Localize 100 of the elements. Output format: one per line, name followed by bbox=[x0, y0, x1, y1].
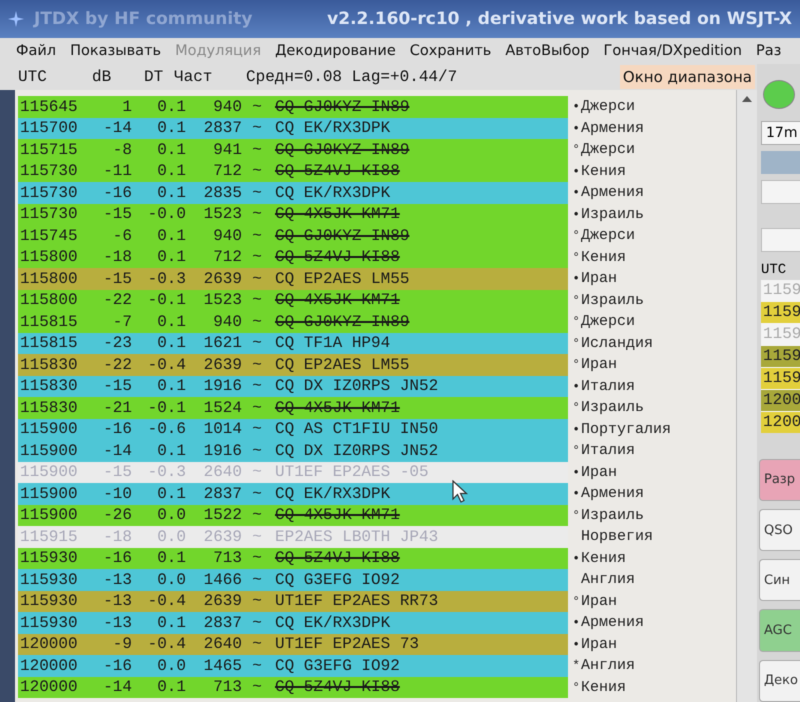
dt-cell-text: -0.4 bbox=[146, 635, 186, 654]
decode-row[interactable]: 115715 -8 0.1 941 ~ CQ GJ0KYZ IN89 bbox=[18, 139, 568, 160]
decode-row[interactable]: 115930 -13 0.1 2837 ~ CQ EK/RX3DPK bbox=[18, 612, 568, 634]
menu-item[interactable]: Раз bbox=[756, 43, 782, 59]
utc-cell-text: 115900 bbox=[20, 442, 79, 460]
decode-row[interactable]: 115730 -15 -0.0 1523 ~ CQ 4X5JK KM71 bbox=[18, 204, 568, 225]
mode-cell-text: ~ bbox=[251, 334, 263, 352]
frequency-cell-text: 1466 bbox=[202, 570, 242, 589]
menu-item[interactable]: Сохранить bbox=[410, 43, 492, 59]
decode-row[interactable]: 115815 -7 0.1 940 ~ CQ GJ0KYZ IN89 bbox=[18, 311, 568, 332]
decode-row[interactable]: 120000 -16 0.0 1465 ~ CQ G3EFG IO92 bbox=[18, 655, 568, 676]
mode-cell-text: ~ bbox=[251, 398, 263, 417]
panel-button[interactable]: QSO bbox=[759, 508, 800, 552]
mode-cell-text: ~ bbox=[251, 184, 263, 202]
column-header: Част bbox=[174, 68, 214, 86]
decode-row[interactable]: 115645 1 0.1 940 ~ CQ GJ0KYZ IN89 bbox=[18, 96, 568, 118]
input-field[interactable] bbox=[761, 180, 800, 204]
decode-row[interactable]: 115830 -22 -0.4 2639 ~ CQ EP2AES LM55 bbox=[18, 354, 568, 376]
band-field[interactable]: 17m bbox=[761, 120, 800, 145]
menu-item[interactable]: Показывать bbox=[70, 43, 162, 59]
decode-row[interactable]: 115730 -11 0.1 712 ~ CQ 5Z4VJ KI88 bbox=[18, 160, 568, 182]
mode-cell-text: ~ bbox=[251, 592, 263, 610]
decode-row[interactable]: 115800 -15 -0.3 2639 ~ CQ EP2AES LM55 bbox=[18, 268, 568, 290]
utc-cell-text: 115830 bbox=[20, 377, 79, 396]
input-field[interactable] bbox=[761, 228, 800, 252]
country-marker: ° bbox=[571, 336, 580, 351]
country-label: Италия bbox=[580, 442, 636, 460]
panel-button[interactable]: AGC bbox=[759, 609, 800, 652]
frequency-cell-text: 713 bbox=[212, 549, 242, 568]
mode-cell-text: ~ bbox=[251, 570, 263, 589]
time-item[interactable]: 1159 bbox=[761, 302, 800, 323]
decode-row[interactable]: 115830 -21 -0.1 1524 ~ CQ 4X5JK KM71 bbox=[18, 397, 568, 418]
snr-cell-text: 1 bbox=[121, 98, 132, 116]
scroll-up-icon[interactable] bbox=[742, 96, 752, 102]
frequency-cell-text: 712 bbox=[212, 162, 242, 180]
mode-cell-text: ~ bbox=[251, 377, 263, 396]
snr-cell-text: -18 bbox=[102, 248, 132, 266]
menu-item[interactable]: АвтоВыбор bbox=[505, 43, 590, 59]
utc-cell-text: 115715 bbox=[20, 140, 79, 159]
country-marker: ° bbox=[571, 680, 580, 695]
mode-cell-text: ~ bbox=[251, 463, 263, 482]
decode-row[interactable]: 115900 -14 0.1 1916 ~ CQ DX IZ0RPS JN52 bbox=[18, 440, 568, 462]
utc-cell-text: 115700 bbox=[20, 119, 79, 138]
snr-cell-text: -15 bbox=[102, 205, 132, 224]
dt-cell-text: -0.0 bbox=[146, 205, 186, 224]
country-label: Италия bbox=[580, 378, 636, 395]
dt-cell-text: 0.1 bbox=[156, 248, 186, 266]
country-label: Иран bbox=[580, 356, 618, 374]
scrollbar[interactable] bbox=[736, 90, 757, 702]
dt-cell-text: 0.1 bbox=[156, 312, 186, 331]
panel-button[interactable]: Деко bbox=[759, 660, 800, 702]
frequency-cell-text: 1523 bbox=[202, 205, 242, 224]
frequency-cell-text: 1916 bbox=[202, 442, 242, 460]
message-cell-text: CQ 4X5JK KM71 bbox=[274, 398, 400, 417]
decode-row[interactable]: 115730 -16 0.1 2835 ~ CQ EK/RX3DPK bbox=[18, 182, 568, 204]
country-marker: • bbox=[571, 378, 580, 394]
time-item[interactable]: 1159 bbox=[761, 368, 800, 389]
decode-row[interactable]: 115930 -16 0.1 713 ~ CQ 5Z4VJ KI88 bbox=[18, 548, 568, 569]
utc-cell-text: 115645 bbox=[20, 98, 79, 116]
decode-row[interactable]: 115900 -10 0.1 2837 ~ CQ EK/RX3DPK bbox=[18, 483, 568, 504]
utc-cell-text: 115930 bbox=[20, 570, 79, 589]
country-label: Джерси bbox=[580, 227, 636, 244]
country-label: Израиль bbox=[580, 506, 644, 524]
mode-cell-text: ~ bbox=[251, 312, 263, 331]
time-item[interactable]: 1159 bbox=[761, 346, 800, 367]
utc-cell-text: 120000 bbox=[20, 635, 79, 654]
menu-item[interactable]: Декодирование bbox=[275, 43, 396, 59]
message-cell-text: CQ 5Z4VJ KI88 bbox=[274, 549, 400, 568]
decode-row[interactable]: 115900 -16 -0.6 1014 ~ CQ AS CT1FIU IN50 bbox=[18, 418, 568, 440]
decode-row[interactable]: 115800 -18 0.1 712 ~ CQ 5Z4VJ KI88 bbox=[18, 246, 568, 268]
country-label: Израиль bbox=[580, 206, 644, 223]
snr-cell-text: -23 bbox=[102, 334, 132, 352]
list-label: UTC bbox=[761, 262, 788, 278]
menu-item[interactable]: Гончая/DXpedition bbox=[604, 43, 742, 59]
time-item[interactable]: 1200 bbox=[761, 390, 800, 411]
decode-row[interactable]: 115745 -6 0.1 940 ~ CQ GJ0KYZ IN89 bbox=[18, 225, 568, 246]
decode-row[interactable]: 115900 -26 0.0 1522 ~ CQ 4X5JK KM71 bbox=[18, 504, 568, 526]
panel-button[interactable]: Син bbox=[759, 559, 800, 602]
time-item[interactable]: 1200 bbox=[761, 412, 800, 433]
message-cell-text: CQ GJ0KYZ IN89 bbox=[274, 226, 410, 245]
decode-row[interactable]: 115930 -13 0.0 1466 ~ CQ G3EFG IO92 bbox=[18, 569, 568, 590]
snr-cell-text: -26 bbox=[102, 506, 132, 524]
message-cell-text: CQ EK/RX3DPK bbox=[274, 614, 390, 632]
decode-row[interactable]: 115700 -14 0.1 2837 ~ CQ EK/RX3DPK bbox=[18, 118, 568, 139]
country-marker: • bbox=[571, 164, 580, 179]
mode-cell-text: ~ bbox=[251, 506, 263, 524]
country-marker: ° bbox=[571, 400, 580, 416]
decode-row[interactable]: 115930 -13 -0.4 2639 ~ UT1EF EP2AES RR73 bbox=[18, 590, 568, 612]
utc-cell-text: 115915 bbox=[20, 528, 79, 546]
dt-cell-text: 0.1 bbox=[156, 678, 186, 696]
menu-item[interactable]: Файл bbox=[16, 43, 56, 59]
snr-cell-text: -8 bbox=[112, 140, 132, 159]
decode-row[interactable]: 115800 -22 -0.1 1523 ~ CQ 4X5JK KM71 bbox=[18, 290, 568, 311]
panel-button[interactable]: Разр bbox=[759, 458, 800, 501]
decode-row[interactable]: 120000 -9 -0.4 2640 ~ UT1EF EP2AES 73 bbox=[18, 634, 568, 655]
decode-row[interactable]: 115815 -23 0.1 1621 ~ CQ TF1A HP94 bbox=[18, 332, 568, 354]
country-label: Иран bbox=[580, 464, 618, 481]
decode-row[interactable]: 120000 -14 0.1 713 ~ CQ 5Z4VJ KI88 bbox=[18, 676, 568, 698]
decode-row[interactable]: 115830 -15 0.1 1916 ~ CQ DX IZ0RPS JN52 bbox=[18, 376, 568, 397]
country-marker: ° bbox=[571, 250, 580, 265]
